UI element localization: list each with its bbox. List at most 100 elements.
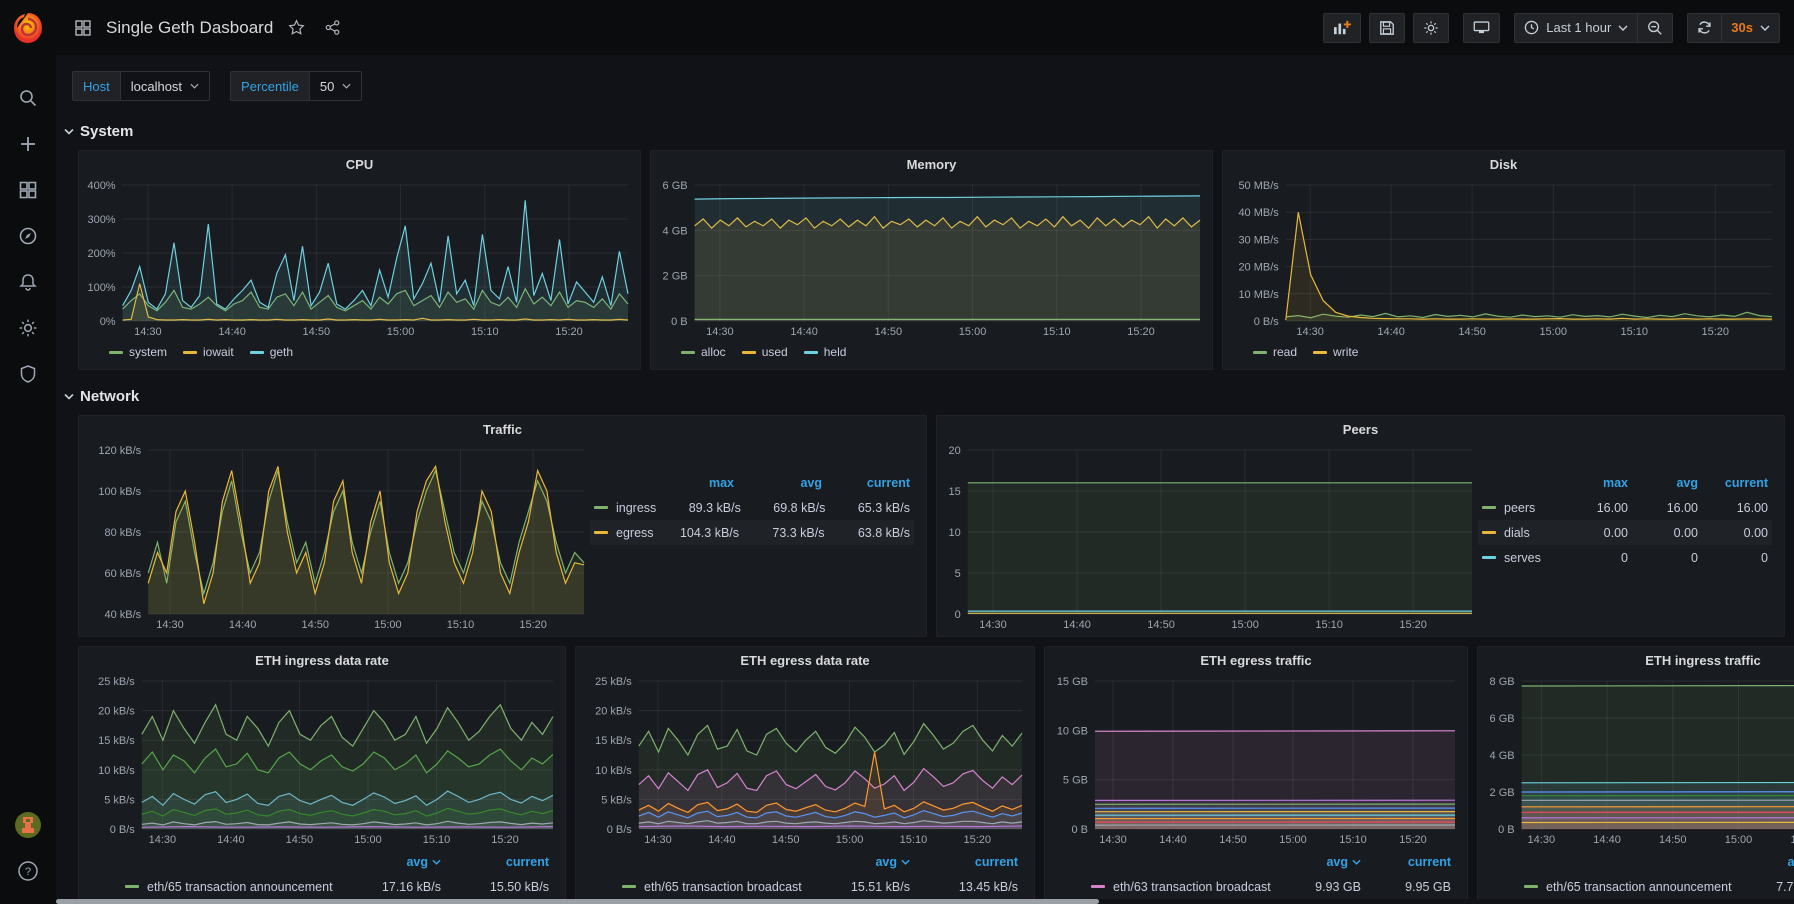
svg-text:15:20: 15:20 [1399, 619, 1427, 631]
panel-title[interactable]: ETH egress data rate [576, 647, 1034, 673]
legend-col-avg[interactable]: avg [802, 855, 910, 869]
panel-title[interactable]: Memory [651, 151, 1212, 177]
dashboard-content: Host localhost Percentile 50 System CPU … [56, 55, 1794, 904]
row-toggle-network[interactable]: Network [64, 388, 1785, 405]
svg-text:120 kB/s: 120 kB/s [98, 445, 141, 457]
legend-item[interactable]: iowait [183, 345, 234, 359]
zoom-out-time-button[interactable] [1638, 13, 1673, 43]
cycle-view-mode-button[interactable] [1463, 13, 1500, 43]
svg-text:?: ? [25, 866, 31, 878]
svg-text:15:10: 15:10 [1791, 834, 1794, 846]
legend-col-current[interactable]: current [1361, 855, 1451, 869]
row-title-network: Network [80, 388, 139, 405]
traffic-chart[interactable]: 40 kB/s60 kB/s80 kB/s100 kB/s120 kB/s14:… [85, 442, 590, 632]
peers-chart[interactable]: 0510152014:3014:4014:5015:0015:1015:20 [943, 442, 1478, 632]
add-panel-button[interactable] [1323, 13, 1361, 43]
legend-row: egress 104.3 kB/s 73.3 kB/s 63.8 kB/s [590, 520, 914, 545]
variable-host-label[interactable]: Host [72, 71, 120, 101]
traffic-legend-table: max avg current ingress 89.3 kB/s 69.8 k… [590, 470, 920, 632]
legend-item[interactable]: eth/65 transaction announcement [1524, 880, 1732, 894]
legend-col-avg[interactable]: avg [734, 476, 822, 490]
share-icon[interactable] [319, 15, 345, 41]
time-range-picker[interactable]: Last 1 hour [1514, 13, 1638, 43]
favorite-star-icon[interactable] [283, 15, 309, 41]
server-admin-shield-icon[interactable] [0, 351, 56, 397]
legend-col-avg[interactable]: avg [1732, 855, 1794, 869]
memory-chart[interactable]: 0 B2 GB4 GB6 GB14:3014:4014:5015:0015:10… [657, 177, 1206, 339]
legend-item[interactable]: dials [1482, 526, 1558, 540]
create-plus-icon[interactable] [0, 121, 56, 167]
panel-title[interactable]: Peers [937, 416, 1784, 442]
svg-text:14:30: 14:30 [706, 326, 734, 338]
legend-item[interactable]: ingress [594, 501, 656, 515]
legend-item[interactable]: peers [1482, 501, 1558, 515]
disk-chart[interactable]: 0 B/s10 MB/s20 MB/s30 MB/s40 MB/s50 MB/s… [1229, 177, 1778, 339]
dashboard-title[interactable]: Single Geth Dasboard [106, 18, 273, 38]
legend-row: peers 16.00 16.00 16.00 [1478, 495, 1772, 520]
user-avatar[interactable] [0, 802, 56, 848]
legend-col-max[interactable]: max [1558, 476, 1628, 490]
sidebar: ? [0, 0, 56, 904]
configuration-gear-icon[interactable] [0, 305, 56, 351]
horizontal-scrollbar[interactable] [56, 899, 1794, 904]
refresh-interval-label: 30s [1731, 20, 1753, 35]
refresh-interval-picker[interactable]: 30s [1722, 13, 1780, 43]
legend-item[interactable]: held [804, 345, 847, 359]
legend-item[interactable]: eth/65 transaction broadcast [622, 880, 802, 894]
svg-text:6 GB: 6 GB [663, 180, 688, 192]
legend-item[interactable]: alloc [681, 345, 726, 359]
legend-item[interactable]: geth [250, 345, 293, 359]
search-icon[interactable] [0, 75, 56, 121]
legend-col-current[interactable]: current [822, 476, 910, 490]
legend-item[interactable]: system [109, 345, 167, 359]
svg-text:8 GB: 8 GB [1490, 676, 1515, 688]
legend-item[interactable]: read [1253, 345, 1297, 359]
svg-text:14:30: 14:30 [156, 619, 184, 631]
legend-item[interactable]: eth/65 transaction announcement [125, 880, 333, 894]
svg-text:10 MB/s: 10 MB/s [1238, 289, 1279, 301]
series-color-swatch [622, 885, 636, 888]
svg-text:15:10: 15:10 [900, 834, 928, 846]
legend-item[interactable]: used [742, 345, 788, 359]
panel-title[interactable]: ETH ingress data rate [79, 647, 565, 673]
legend-col-avg[interactable]: avg [333, 855, 441, 869]
legend-col-current[interactable]: current [441, 855, 549, 869]
legend-col-avg[interactable]: avg [1271, 855, 1361, 869]
panel-title[interactable]: ETH egress traffic [1045, 647, 1467, 673]
legend-col-max[interactable]: max [646, 476, 734, 490]
legend-item[interactable]: write [1313, 345, 1358, 359]
legend-col-current[interactable]: current [910, 855, 1018, 869]
svg-text:15:00: 15:00 [387, 326, 415, 338]
variable-percentile-dropdown[interactable]: 50 [309, 71, 362, 101]
refresh-button[interactable] [1687, 13, 1722, 43]
legend-item[interactable]: serves [1482, 551, 1558, 565]
svg-text:14:30: 14:30 [1296, 326, 1324, 338]
legend-item[interactable]: eth/63 transaction broadcast [1091, 880, 1271, 894]
legend-item[interactable]: egress [594, 526, 654, 540]
dashboards-icon[interactable] [0, 167, 56, 213]
explore-compass-icon[interactable] [0, 213, 56, 259]
sort-caret-icon [1352, 859, 1361, 865]
dashboard-settings-button[interactable] [1413, 13, 1449, 43]
panel-title[interactable]: Disk [1223, 151, 1784, 177]
svg-text:100%: 100% [87, 282, 115, 294]
panel-title[interactable]: CPU [79, 151, 640, 177]
svg-text:20 MB/s: 20 MB/s [1238, 262, 1279, 274]
cpu-chart[interactable]: 0%100%200%300%400%14:3014:4014:5015:0015… [85, 177, 634, 339]
row-toggle-system[interactable]: System [64, 123, 1785, 140]
save-dashboard-button[interactable] [1369, 13, 1405, 43]
variable-percentile-label[interactable]: Percentile [230, 71, 309, 101]
legend-col-current[interactable]: current [1698, 476, 1768, 490]
eth-egress-rate-chart[interactable]: 0 B/s5 kB/s10 kB/s15 kB/s20 kB/s25 kB/s1… [582, 673, 1028, 847]
alerting-bell-icon[interactable] [0, 259, 56, 305]
grafana-logo-icon[interactable] [11, 11, 45, 45]
peers-legend-table: max avg current peers 16.00 16.00 16.00 … [1478, 470, 1778, 632]
panel-title[interactable]: Traffic [79, 416, 926, 442]
eth-egress-traffic-chart[interactable]: 0 B5 GB10 GB15 GB14:3014:4014:5015:0015:… [1051, 673, 1461, 847]
help-icon[interactable]: ? [0, 848, 56, 894]
eth-ingress-traffic-chart[interactable]: 0 B2 GB4 GB6 GB8 GB14:3014:4014:5015:001… [1484, 673, 1794, 847]
panel-title[interactable]: ETH ingress traffic [1478, 647, 1794, 673]
eth-ingress-rate-chart[interactable]: 0 B/s5 kB/s10 kB/s15 kB/s20 kB/s25 kB/s1… [85, 673, 559, 847]
variable-host-dropdown[interactable]: localhost [120, 71, 210, 101]
legend-col-avg[interactable]: avg [1628, 476, 1698, 490]
